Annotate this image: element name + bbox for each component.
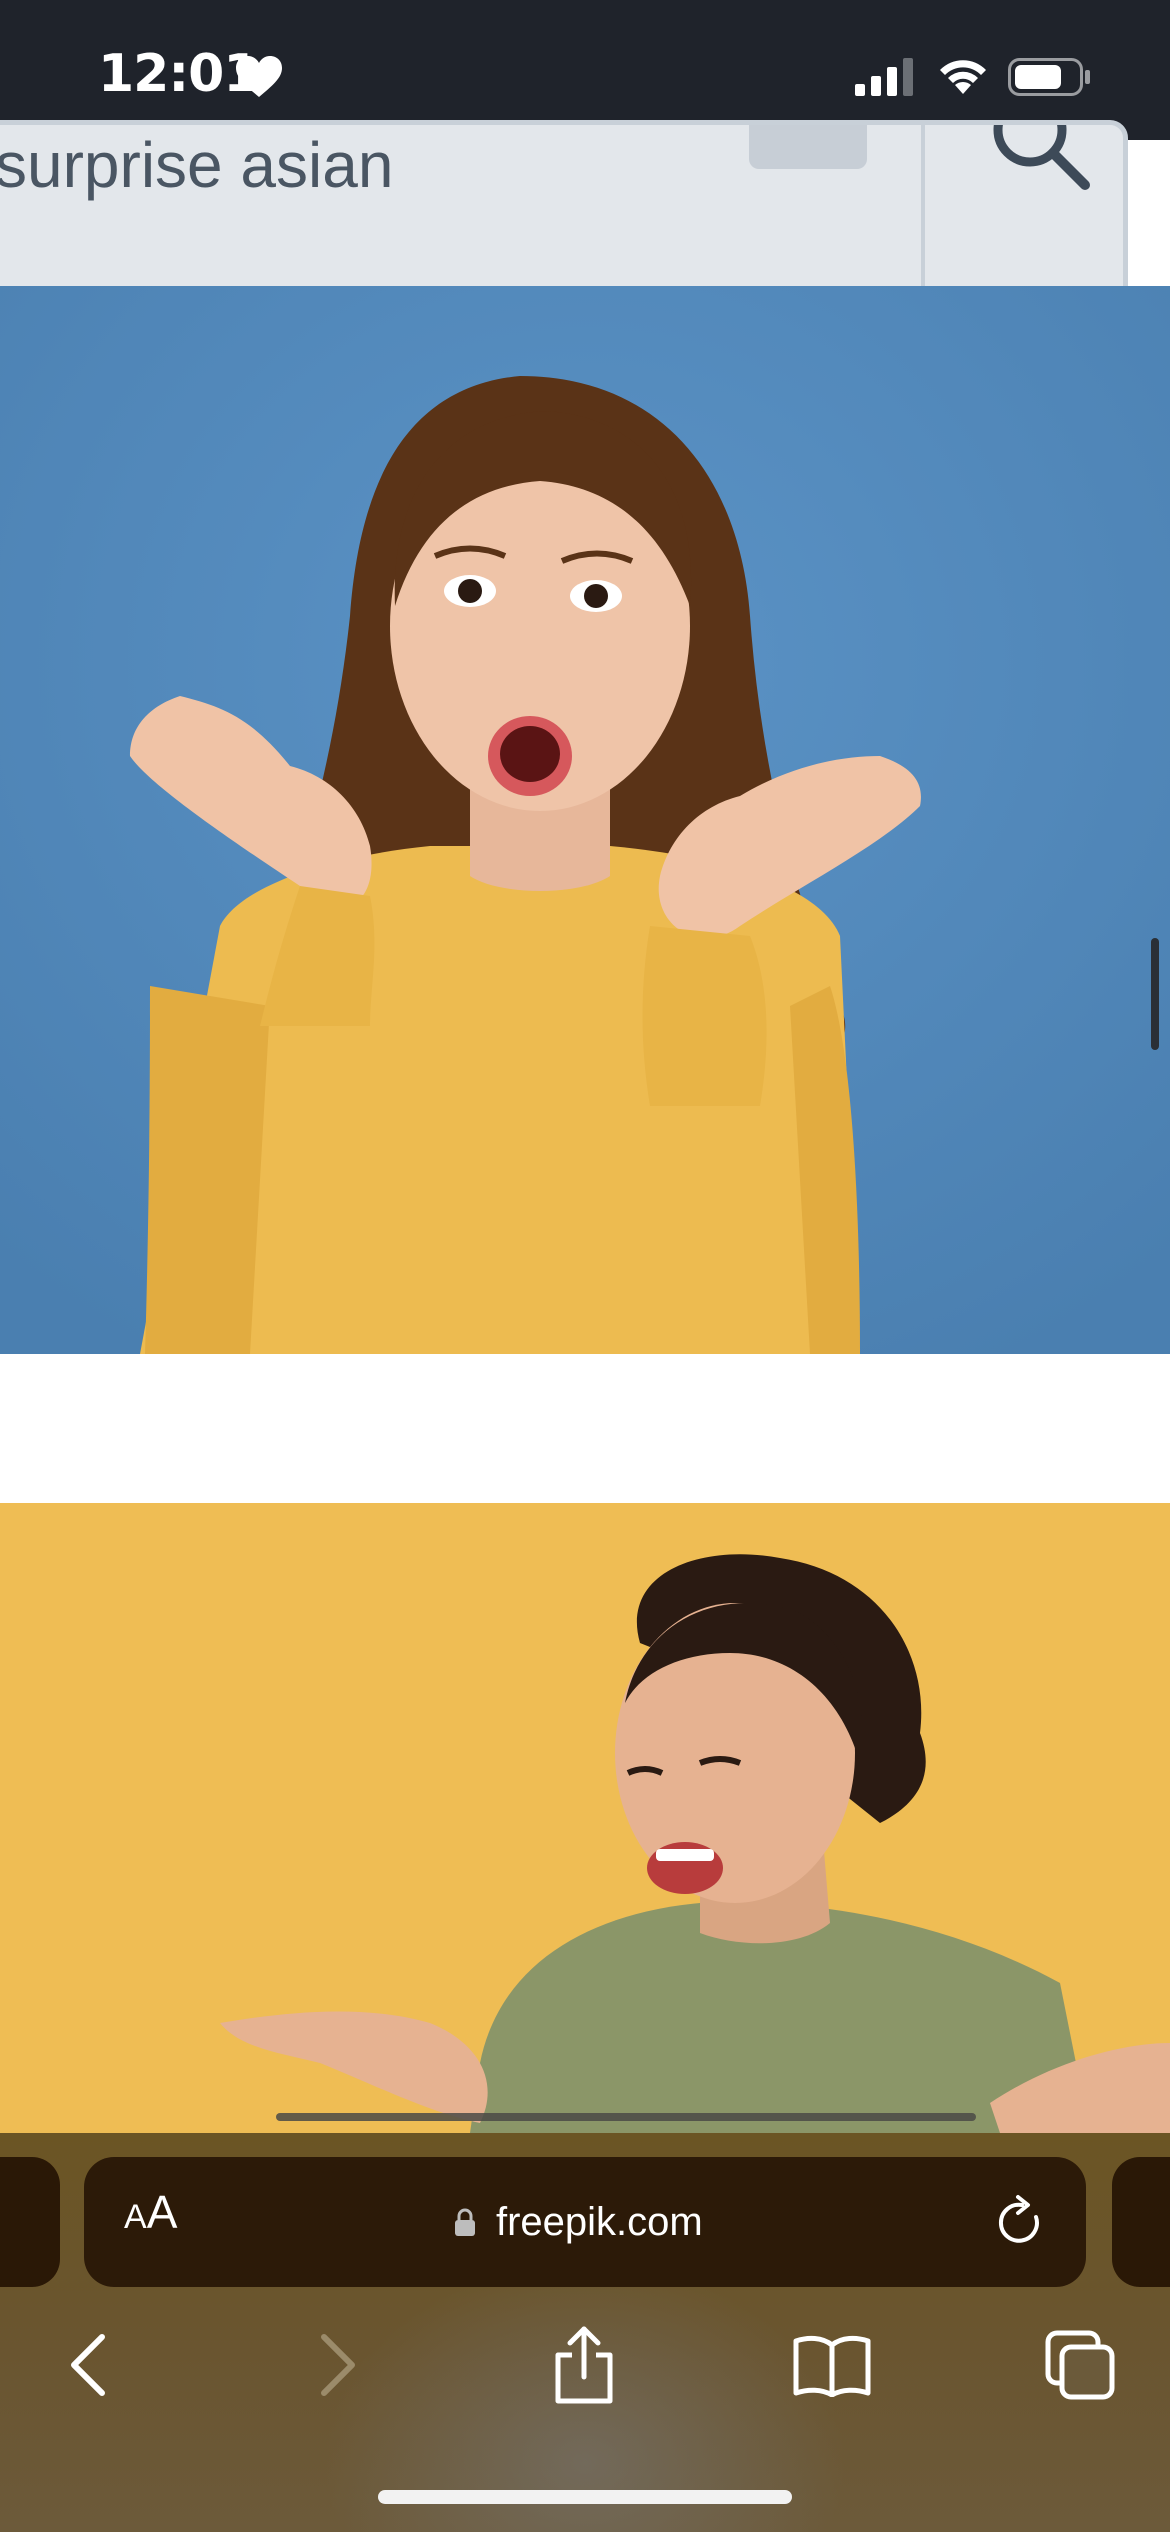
share-button[interactable]	[524, 2320, 644, 2410]
result-photo-1[interactable]	[0, 286, 1170, 1354]
result-photo-2[interactable]	[0, 1503, 1170, 2133]
heart-icon	[236, 56, 282, 97]
next-tab-preview[interactable]	[1112, 2157, 1170, 2287]
home-indicator	[378, 2490, 792, 2504]
battery-icon	[1008, 58, 1090, 96]
tabs-icon	[1045, 2330, 1115, 2400]
horizontal-scroll-indicator	[276, 2113, 976, 2121]
back-icon	[71, 2334, 105, 2396]
forward-button[interactable]	[278, 2320, 398, 2410]
url-text: freepik.com	[496, 2199, 703, 2244]
forward-icon	[321, 2334, 355, 2396]
back-button[interactable]	[28, 2320, 148, 2410]
page-format-large-a: A	[146, 2186, 178, 2238]
status-time: 12:01	[98, 44, 260, 104]
surprised-woman-photo	[0, 286, 1170, 1354]
page-format-small-a: A	[124, 2198, 147, 2236]
clear-icon[interactable]	[749, 125, 867, 169]
bookmarks-button[interactable]	[772, 2320, 892, 2410]
page-format-button[interactable]: AA	[124, 2185, 204, 2259]
page-scroll-indicator[interactable]	[1151, 938, 1159, 1050]
search-icon	[993, 125, 1090, 190]
url-display[interactable]: freepik.com	[454, 2191, 703, 2253]
tabs-button[interactable]	[1020, 2320, 1140, 2410]
excited-woman-photo	[0, 1503, 1170, 2133]
search-area	[0, 120, 1170, 426]
search-input[interactable]	[0, 125, 755, 225]
reload-icon[interactable]	[992, 2193, 1048, 2251]
previous-tab-preview[interactable]	[0, 2157, 60, 2287]
share-icon	[555, 2326, 613, 2404]
wifi-icon	[940, 60, 986, 94]
bookmarks-icon	[793, 2335, 871, 2397]
address-bar[interactable]: AA freepik.com	[84, 2157, 1086, 2287]
cellular-signal-icon	[855, 58, 913, 96]
status-bar: 12:01	[0, 0, 1170, 140]
lock-icon	[455, 2208, 475, 2236]
